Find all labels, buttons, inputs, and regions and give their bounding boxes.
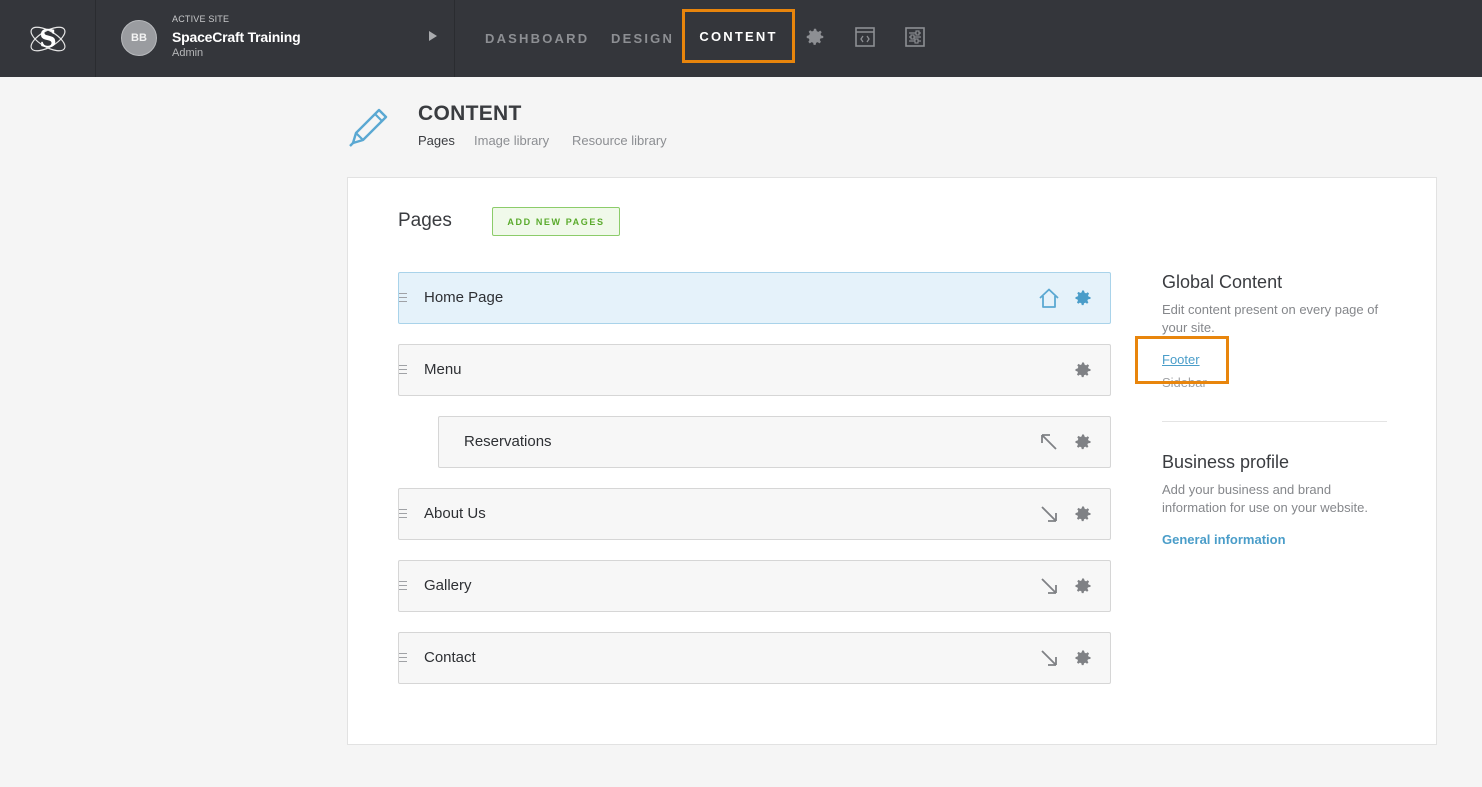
page-row-gallery[interactable]: Gallery <box>398 560 1111 612</box>
page-row-about-us[interactable]: About Us <box>398 488 1111 540</box>
nav-dashboard[interactable]: DASHBOARD <box>485 0 589 77</box>
gear-icon[interactable] <box>1073 360 1093 380</box>
gear-icon[interactable] <box>1073 576 1093 596</box>
indent-arrow-icon[interactable] <box>1038 575 1060 597</box>
business-profile-description: Add your business and brand information … <box>1162 482 1368 515</box>
drag-handle-icon[interactable] <box>399 581 407 593</box>
divider <box>1162 421 1387 422</box>
avatar: BB <box>121 20 157 56</box>
general-information-link[interactable]: General information <box>1162 532 1286 547</box>
gear-icon[interactable] <box>1073 288 1093 308</box>
active-site-label: ACTIVE SITE <box>172 14 230 24</box>
global-content-title: Global Content <box>1162 272 1283 292</box>
highlight-box <box>1135 336 1229 384</box>
active-site-switcher[interactable]: BB ACTIVE SITE SpaceCraft Training Admin <box>96 0 455 77</box>
page-row-home[interactable]: Home Page <box>398 272 1111 324</box>
tab-pages[interactable]: Pages <box>418 133 455 148</box>
gear-icon[interactable] <box>1073 504 1093 524</box>
home-icon[interactable] <box>1038 287 1060 309</box>
gear-icon[interactable] <box>1073 432 1093 452</box>
drag-handle-icon[interactable] <box>399 653 407 665</box>
site-role: Admin <box>172 47 204 59</box>
code-window-icon[interactable] <box>852 24 878 50</box>
page-row-reservations[interactable]: Reservations <box>438 416 1111 468</box>
tab-image-library[interactable]: Image library <box>474 133 549 148</box>
add-new-pages-button[interactable]: ADD NEW PAGES <box>492 207 620 236</box>
svg-text:S: S <box>39 24 56 53</box>
nav-design[interactable]: DESIGN <box>611 0 674 77</box>
pages-heading: Pages <box>398 210 452 231</box>
page-label: Reservations <box>464 433 552 450</box>
drag-handle-icon[interactable] <box>399 509 407 521</box>
page-title: CONTENT <box>418 102 522 125</box>
business-profile-title: Business profile <box>1162 452 1290 472</box>
gear-icon[interactable] <box>802 24 828 50</box>
site-name: SpaceCraft Training <box>172 29 301 45</box>
page-label: Menu <box>424 361 462 378</box>
page-row-contact[interactable]: Contact <box>398 632 1111 684</box>
page-label: Contact <box>424 649 476 666</box>
outdent-arrow-icon[interactable] <box>1038 431 1060 453</box>
gear-icon[interactable] <box>1073 648 1093 668</box>
top-bar: S BB ACTIVE SITE SpaceCraft Training Adm… <box>0 0 1482 77</box>
logo[interactable]: S <box>0 0 96 77</box>
pencil-icon <box>347 103 393 149</box>
global-content-description: Edit content present on every page of yo… <box>1162 302 1379 335</box>
pages-panel: Pages ADD NEW PAGES Home Page Menu Reser… <box>347 177 1437 745</box>
page-label: Home Page <box>424 289 504 306</box>
caret-right-icon[interactable] <box>429 31 437 41</box>
indent-arrow-icon[interactable] <box>1038 647 1060 669</box>
drag-handle-icon[interactable] <box>399 365 407 377</box>
indent-arrow-icon[interactable] <box>1038 503 1060 525</box>
sliders-icon[interactable] <box>902 24 928 50</box>
drag-handle-icon[interactable] <box>399 293 407 305</box>
page-label: About Us <box>424 505 486 522</box>
page-row-menu[interactable]: Menu <box>398 344 1111 396</box>
page-label: Gallery <box>424 577 472 594</box>
spacecraft-logo-icon: S <box>29 24 66 53</box>
nav-content[interactable]: CONTENT <box>682 9 795 63</box>
tab-resource-library[interactable]: Resource library <box>572 133 667 148</box>
